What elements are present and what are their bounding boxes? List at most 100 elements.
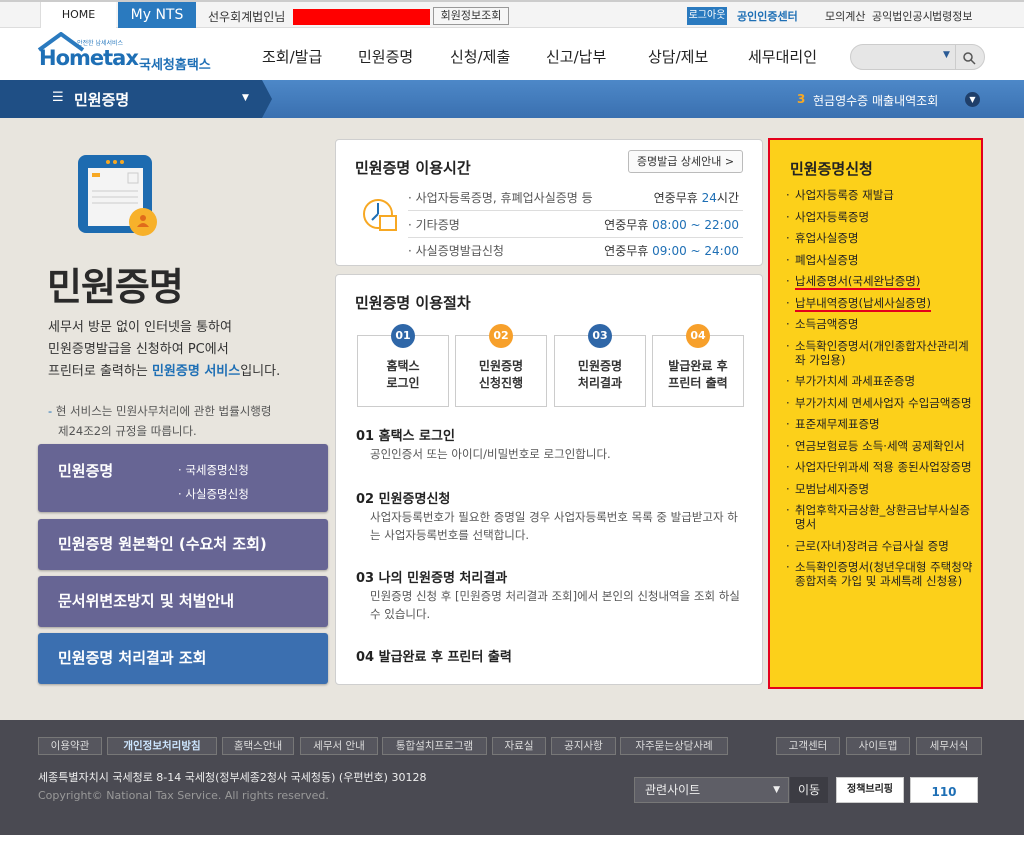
apply-item[interactable]: 소득확인증명서(개인종합자산관리계좌 가입용) (786, 339, 974, 367)
link-public-corp[interactable]: 공익법인공시 (872, 8, 933, 24)
nav-inquiry[interactable]: 조회/발급 (262, 46, 322, 67)
footer-link-privacy[interactable]: 개인정보처리방침 (107, 737, 217, 755)
hours-row-label: 기타증명 (415, 218, 460, 232)
go-button[interactable]: 이동 (790, 777, 828, 803)
link-law-info[interactable]: 법령정보 (932, 8, 972, 24)
apply-item[interactable]: 납세증명서(국세완납증명) (786, 274, 974, 290)
submenu-national-tax-cert[interactable]: 국세증명신청 (185, 463, 248, 477)
apply-item[interactable]: 연금보험료등 소득·세액 공제확인서 (786, 439, 974, 453)
expand-icon[interactable]: ▼ (965, 92, 980, 107)
menu-civil-certificate[interactable]: 민원증명 · 국세증명신청 · 사실증명신청 (38, 444, 328, 512)
cert-detail-button[interactable]: 증명발급 상세안내 > (628, 150, 743, 173)
popular-search-link[interactable]: 현금영수증 매출내역조회 (813, 92, 938, 109)
policy-briefing-banner[interactable]: 정책브리핑 (836, 777, 904, 803)
apply-item[interactable]: 근로(자녀)장려금 수급사실 증명 (786, 539, 974, 553)
detail-heading: 02 민원증명신청 (356, 492, 451, 507)
apply-item[interactable]: 취업후학자금상환_상환금납부사실증명서 (786, 503, 974, 531)
menu-original-verify[interactable]: 민원증명 원본확인 (수요처 조회) (38, 519, 328, 570)
hours-prefix: 연중무휴 (604, 244, 653, 258)
apply-item[interactable]: 폐업사실증명 (786, 253, 974, 267)
top-utility-bar: HOME My NTS 선우회계법인님 회원정보조회 로그아웃 공인인증센터 모… (0, 0, 1024, 28)
intro-line-2: 민원증명발급을 신청하여 PC에서 (48, 342, 229, 357)
divider (955, 45, 956, 69)
my-nts-tab[interactable]: My NTS (118, 2, 196, 28)
logo-text: Hometax (39, 46, 139, 70)
step-label: 발급완료 후 (668, 359, 728, 373)
menu-forgery-prevention[interactable]: 문서위변조방지 및 처벌안내 (38, 576, 328, 627)
footer-link-install[interactable]: 통합설치프로그램 (382, 737, 487, 755)
apply-item[interactable]: 부가가치세 면세사업자 수입금액증명 (786, 396, 974, 410)
clock-calendar-icon (363, 199, 397, 231)
apply-item-label: 취업후학자금상환_상환금납부사실증명서 (795, 503, 971, 531)
member-info-button[interactable]: 회원정보조회 (433, 7, 509, 25)
nav-application[interactable]: 신청/제출 (450, 46, 510, 67)
apply-item[interactable]: 납부내역증명(납세사실증명) (786, 295, 974, 312)
search-icon[interactable] (962, 51, 976, 65)
step-3: 03 민원증명 처리결과 (554, 324, 646, 407)
footer-link-archive[interactable]: 자료실 (492, 737, 546, 755)
step-label: 처리결과 (577, 376, 623, 390)
apply-item[interactable]: 소득확인증명서(청년우대형 주택청약종합저축 가입 및 과세특례 신청용) (786, 560, 974, 588)
apply-item-label: 근로(자녀)장려금 수급사실 증명 (795, 538, 949, 553)
legal-note: - 현 서비스는 민원사무처리에 관한 법률시행령 제24조2의 규정을 따릅니… (48, 401, 271, 441)
apply-item[interactable]: 사업자등록증명 (786, 210, 974, 224)
apply-item-label: 연금보험료등 소득·세액 공제확인서 (795, 438, 965, 453)
step-1: 01 홈택스 로그인 (357, 324, 449, 407)
nav-filing[interactable]: 신고/납부 (546, 46, 606, 67)
section-bar: ☰ 민원증명 ▼ 3 현금영수증 매출내역조회 ▼ (0, 80, 1024, 118)
cert-center-link[interactable]: 공인인증센터 (737, 8, 798, 24)
apply-item[interactable]: 모범납세자증명 (786, 482, 974, 496)
footer-link-sitemap[interactable]: 사이트맵 (846, 737, 910, 755)
detail-heading: 03 나의 민원증명 처리결과 (356, 571, 508, 586)
logo-korean: 국세청홈택스 (139, 58, 211, 73)
footer-link-terms[interactable]: 이용약관 (38, 737, 102, 755)
apply-item[interactable]: 부가가치세 과세표준증명 (786, 374, 974, 388)
home-link[interactable]: HOME (40, 2, 116, 28)
footer-link-notice[interactable]: 공지사항 (551, 737, 616, 755)
apply-item[interactable]: 사업자단위과세 적용 종된사업장증명 (786, 460, 974, 474)
hours-row-label: 사실증명발급신청 (415, 244, 504, 258)
apply-item[interactable]: 휴업사실증명 (786, 231, 974, 245)
certificate-document-icon (78, 155, 157, 236)
bar-arrow (262, 80, 272, 118)
menu-result-inquiry[interactable]: 민원증명 처리결과 조회 (38, 633, 328, 684)
search-input[interactable]: ▼ (850, 44, 985, 70)
intro-line-1: 세무서 방문 없이 인터넷을 통하여 (48, 320, 232, 335)
apply-item-label: 소득확인증명서(개인종합자산관리계좌 가입용) (795, 338, 969, 367)
nav-consult[interactable]: 상담/제보 (648, 46, 708, 67)
step-number: 01 (391, 324, 415, 348)
logout-button[interactable]: 로그아웃 (687, 7, 727, 25)
step-label: 프린터 출력 (668, 376, 728, 390)
caret-down-icon: ▼ (242, 93, 249, 103)
nav-agent[interactable]: 세무대리인 (748, 46, 817, 67)
link-mock-calc[interactable]: 모의계산 (825, 8, 865, 24)
related-sites-select[interactable]: 관련사이트 ▼ (634, 777, 789, 803)
hometax-logo[interactable]: 안전한 납세서비스 Hometax 국세청홈택스 (37, 32, 217, 76)
hours-time: 24 (701, 191, 717, 205)
chevron-down-icon[interactable]: ▼ (943, 50, 950, 60)
popular-rank: 3 (797, 92, 806, 106)
gov-call-center-banner[interactable]: 110 (910, 777, 978, 803)
apply-item[interactable]: 표준재무제표증명 (786, 417, 974, 431)
apply-item[interactable]: 사업자등록증 재발급 (786, 188, 974, 202)
apply-title: 민원증명신청 (790, 160, 873, 178)
footer-link-hometax-guide[interactable]: 홈택스안내 (222, 737, 294, 755)
apply-item-label: 폐업사실증명 (795, 252, 859, 267)
footer-link-customer[interactable]: 고객센터 (776, 737, 840, 755)
nav-certificate[interactable]: 민원증명 (358, 46, 413, 67)
apply-item-label: 납부내역증명(납세사실증명) (795, 295, 931, 312)
footer-link-forms[interactable]: 세무서식 (916, 737, 982, 755)
step-label: 홈택스 (386, 359, 420, 373)
apply-item-label: 소득금액증명 (795, 317, 859, 331)
submenu-fact-cert[interactable]: 사실증명신청 (185, 487, 248, 501)
intro-highlight: 민원증명 서비스 (151, 364, 241, 379)
section-menu-dropdown[interactable]: ☰ 민원증명 ▼ (0, 80, 262, 118)
footer-link-faq[interactable]: 자주묻는상담사례 (620, 737, 728, 755)
step-4: 04 발급완료 후 프린터 출력 (652, 324, 744, 407)
footer-link-office-guide[interactable]: 세무서 안내 (300, 737, 378, 755)
legal-note-line-2: 제24조2의 규정을 따릅니다. (58, 424, 197, 438)
hours-row: · 기타증명 연중무휴 08:00 ~ 22:00 (408, 213, 743, 238)
step-label: 민원증명 (478, 359, 524, 373)
apply-item[interactable]: 소득금액증명 (786, 317, 974, 331)
footer-address: 세종특별자치시 국세청로 8-14 국세청(정부세종2청사 국세청동) (우편번… (38, 771, 427, 784)
